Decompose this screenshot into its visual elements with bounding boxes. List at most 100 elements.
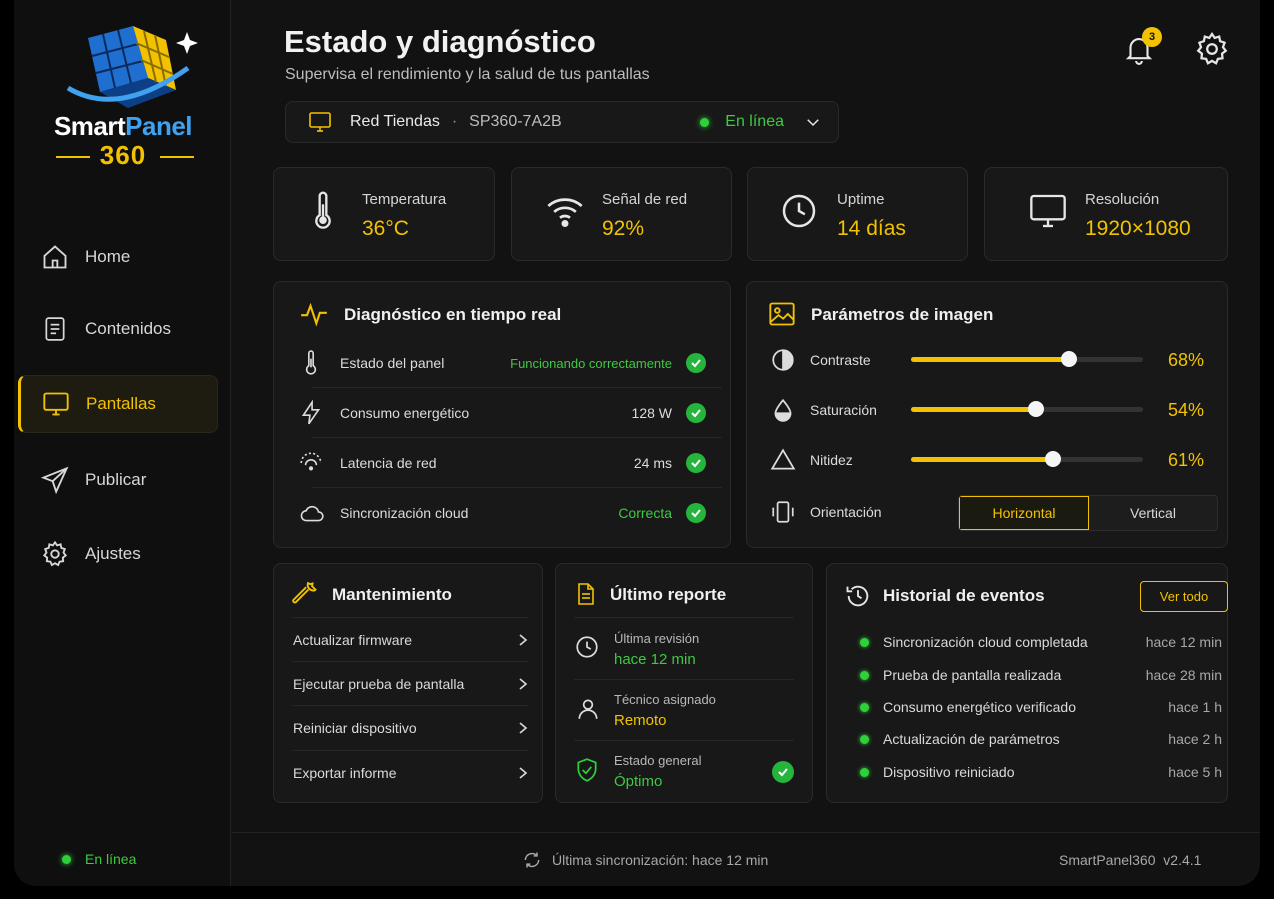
diag-label: Estado del panel — [340, 355, 445, 371]
row-divider — [312, 487, 722, 488]
stat-value: 14 días — [837, 217, 906, 240]
stat-card-resolution: Resolución 1920×1080 — [984, 167, 1228, 261]
app-version: SmartPanel360 v2.4.1 — [1059, 852, 1202, 868]
event-item: Actualización de parámetros hace 2 h — [860, 731, 1222, 747]
thermometer-icon — [305, 350, 317, 375]
send-icon — [40, 465, 70, 495]
sync-status: Última sincronización: hace 12 min — [522, 850, 768, 870]
view-all-button[interactable]: Ver todo — [1140, 581, 1228, 612]
stat-value: 36°C — [362, 217, 409, 240]
cloud-icon — [300, 505, 324, 522]
status-dot — [860, 734, 869, 744]
saturation-slider[interactable] — [911, 401, 1143, 417]
logo: SmartPanel 360 — [38, 18, 208, 173]
report-title: Último reporte — [610, 585, 727, 604]
slider-label: Contraste — [810, 352, 871, 368]
device-selector[interactable]: Red Tiendas · SP360-7A2B En línea — [285, 101, 839, 143]
monitor-icon — [309, 112, 331, 132]
contrast-icon — [772, 349, 794, 371]
row-divider — [574, 617, 794, 618]
diag-label: Sincronización cloud — [340, 505, 469, 521]
slider-value: 61% — [1167, 450, 1204, 470]
report-label: Última revisión — [614, 631, 700, 646]
diagnostics-title: Diagnóstico en tiempo real — [344, 305, 562, 324]
report-icon — [578, 583, 594, 605]
stat-card-uptime: Uptime 14 días — [747, 167, 968, 261]
stat-value: 1920×1080 — [1085, 217, 1191, 240]
maintenance-item-restart[interactable]: Reiniciar dispositivo — [293, 706, 529, 750]
sidebar-item-publicar[interactable]: Publicar — [18, 451, 218, 509]
status-dot — [62, 854, 71, 864]
maintenance-item-firmware[interactable]: Actualizar firmware — [293, 618, 529, 662]
contrast-slider[interactable] — [911, 351, 1143, 367]
row-divider — [312, 387, 722, 388]
diag-row: Consumo energético 128 W — [298, 400, 706, 426]
monitor-icon — [1025, 188, 1071, 234]
event-item: Dispositivo reiniciado hace 5 h — [860, 764, 1222, 780]
slider-handle[interactable] — [1060, 351, 1077, 367]
report-value: Óptimo — [614, 773, 663, 790]
device-separator: · — [451, 113, 458, 130]
sidebar-item-home[interactable]: Home — [18, 228, 218, 286]
chevron-right-icon — [519, 634, 528, 646]
sharpness-slider[interactable] — [911, 451, 1143, 467]
user-icon — [578, 699, 598, 719]
diag-label: Consumo energético — [340, 405, 470, 421]
orientation-vertical-button[interactable]: Vertical — [1089, 496, 1217, 530]
stat-card-signal: Señal de red 92% — [511, 167, 732, 261]
sidebar-item-contenidos[interactable]: Contenidos — [18, 300, 218, 358]
stat-label: Resolución — [1085, 191, 1160, 208]
check-icon — [686, 353, 706, 373]
row-divider — [574, 740, 794, 741]
clock-icon — [776, 188, 822, 234]
stat-label: Uptime — [837, 191, 885, 208]
gear-icon — [1196, 32, 1228, 65]
wifi-icon — [542, 188, 588, 234]
slider-row: Contraste — [770, 347, 871, 373]
sidebar-item-label: Ajustes — [85, 544, 141, 563]
orientation-horizontal-button[interactable]: Horizontal — [959, 496, 1089, 530]
settings-button[interactable] — [1194, 31, 1230, 67]
device-name: Red Tiendas — [350, 113, 440, 130]
diag-row: Sincronización cloud Correcta — [298, 500, 706, 526]
sidebar-item-label: Pantallas — [86, 394, 156, 413]
maintenance-item-export[interactable]: Exportar informe — [293, 751, 529, 795]
row-divider — [312, 437, 722, 438]
sidebar-item-label: Contenidos — [85, 319, 172, 338]
row-divider — [574, 679, 794, 680]
shield-check-icon — [577, 758, 597, 782]
sidebar-item-label: Publicar — [85, 470, 147, 489]
orientation-label: Orientación — [810, 504, 882, 520]
report-label: Técnico asignado — [614, 692, 716, 707]
pulse-icon — [301, 302, 327, 327]
thermometer-icon — [300, 188, 346, 234]
sidebar-item-ajustes[interactable]: Ajustes — [18, 525, 218, 583]
slider-handle[interactable] — [1044, 451, 1061, 467]
device-status: En línea — [700, 113, 784, 131]
triangle-icon — [770, 448, 796, 470]
diag-value: Correcta — [618, 505, 672, 521]
slider-row: Saturación — [770, 397, 877, 423]
chevron-right-icon — [519, 722, 528, 734]
slider-label: Saturación — [810, 402, 877, 418]
stat-label: Señal de red — [602, 191, 688, 208]
image-params-title: Parámetros de imagen — [811, 305, 994, 324]
check-icon — [686, 403, 706, 423]
diag-value: 24 ms — [633, 455, 672, 471]
orientation-row: Orientación — [770, 499, 882, 525]
maintenance-item-test[interactable]: Ejecutar prueba de pantalla — [293, 662, 529, 706]
stat-value: 92% — [602, 217, 645, 240]
chevron-right-icon — [519, 767, 528, 779]
cube-logo-icon — [66, 26, 198, 108]
refresh-icon[interactable] — [522, 850, 542, 870]
status-dot — [860, 670, 869, 680]
sidebar-item-pantallas[interactable]: Pantallas — [18, 375, 218, 433]
status-dot — [860, 702, 869, 712]
document-icon — [40, 314, 70, 344]
event-item: Consumo energético verificado hace 1 h — [860, 699, 1222, 715]
sidebar: SmartPanel 360 Home Contenidos Pantallas — [14, 0, 231, 886]
app-window: SmartPanel 360 Home Contenidos Pantallas — [14, 0, 1260, 886]
diag-row: Estado del panel Funcionando correctamen… — [298, 350, 706, 376]
home-icon — [40, 242, 70, 272]
page-title: Estado y diagnóstico — [284, 24, 596, 59]
